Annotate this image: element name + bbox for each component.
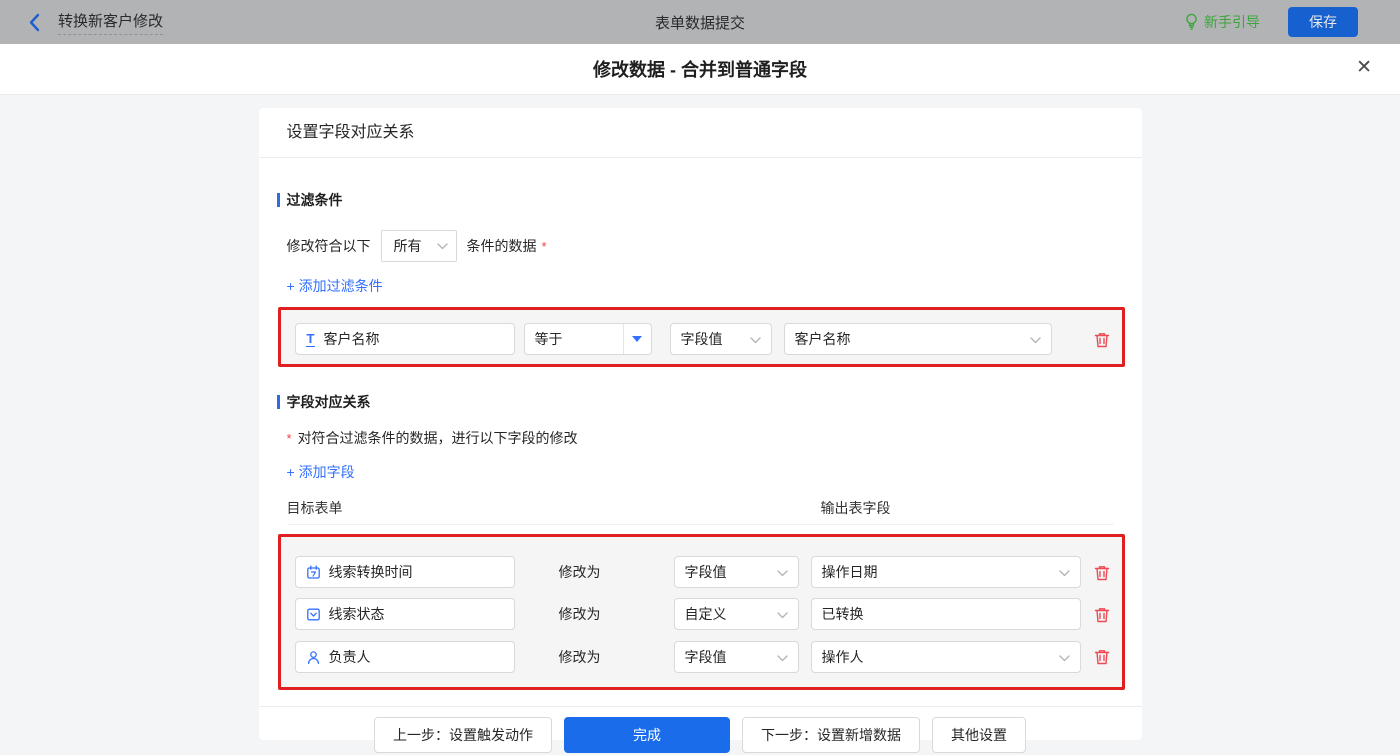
mapping-hint: * 对符合过滤条件的数据，进行以下字段的修改 [287, 428, 1114, 448]
filter-condition-annotation-box: T 客户名称 等于 字段值 客户名称 [277, 307, 1125, 367]
add-filter-condition-link[interactable]: + 添加过滤条件 [287, 276, 383, 296]
section-accent-bar [276, 395, 280, 409]
mapping-hint-text: 对符合过滤条件的数据，进行以下字段的修改 [297, 430, 578, 446]
filter-section-label: 过滤条件 [286, 192, 343, 208]
lightbulb-icon [1186, 13, 1197, 30]
chevron-down-icon [749, 337, 761, 344]
column-output-field: 输出表字段 [820, 500, 891, 516]
mapping-column-headers: 目标表单 输出表字段 [286, 498, 1114, 525]
modal-header: 修改数据 - 合并到普通字段 ✕ [0, 44, 1400, 95]
required-mark: * [286, 430, 292, 446]
modal-body: 设置字段对应关系 过滤条件 修改符合以下 所有 条件的数据 * + 添加过滤条件 [0, 95, 1400, 755]
delete-icon[interactable] [1093, 331, 1111, 349]
operator-select[interactable]: 等于 [523, 323, 652, 355]
chevron-down-icon [1029, 337, 1041, 344]
chevron-down-icon [436, 242, 448, 249]
target-field-input[interactable]: 负责人 [294, 641, 515, 673]
chevron-down-icon [776, 570, 788, 577]
top-bar: 转换新客户修改 表单数据提交 新手引导 保存 [0, 0, 1400, 44]
chevron-down-icon [776, 655, 788, 662]
text-field-icon: T [305, 330, 316, 347]
person-icon [306, 650, 321, 665]
field-mapping-annotation-box: 线索转换时间 修改为 字段值 操作日期 线索状态 修改为 自定义 已转换 负责人… [277, 534, 1125, 690]
flow-name[interactable]: 转换新客户修改 [58, 10, 164, 35]
value-type-select[interactable]: 字段值 [673, 641, 799, 673]
next-step-button[interactable]: 下一步：设置新增数据 [742, 717, 920, 753]
output-field-select[interactable]: 操作人 [810, 641, 1081, 673]
modal-title: 修改数据 - 合并到普通字段 [593, 60, 807, 80]
modify-label: 修改为 [558, 606, 601, 622]
target-field-value: 线索状态 [328, 606, 385, 622]
card-footer: 上一步：设置触发动作 完成 下一步：设置新增数据 其他设置 [258, 706, 1142, 753]
custom-value-input[interactable]: 已转换 [810, 598, 1081, 630]
value-type-value: 字段值 [684, 649, 727, 665]
target-field-value: 线索转换时间 [328, 564, 413, 580]
filter-field-input[interactable]: T 客户名称 [294, 323, 515, 355]
prev-step-button[interactable]: 上一步：设置触发动作 [374, 717, 552, 753]
select-field-icon [306, 607, 321, 622]
target-field-input[interactable]: 线索状态 [294, 598, 515, 630]
delete-icon[interactable] [1093, 564, 1111, 582]
column-target-form: 目标表单 [286, 500, 343, 516]
value-type-select[interactable]: 字段值 [669, 323, 772, 355]
target-field-value: 负责人 [328, 649, 371, 665]
output-field-value: 操作日期 [821, 564, 878, 580]
caret-down-icon [632, 336, 642, 342]
match-prefix: 修改符合以下 [286, 238, 371, 254]
custom-value: 已转换 [821, 606, 864, 622]
match-suffix: 条件的数据 [466, 238, 537, 254]
newbie-guide-link[interactable]: 新手引导 [1184, 12, 1260, 32]
add-field-link[interactable]: + 添加字段 [287, 462, 355, 482]
value-type-value: 字段值 [680, 331, 723, 347]
match-mode-select[interactable]: 所有 [380, 230, 457, 262]
target-field-input[interactable]: 线索转换时间 [294, 556, 515, 588]
required-mark: * [541, 238, 547, 254]
operator-value: 等于 [534, 331, 563, 347]
filter-value: 客户名称 [794, 331, 851, 347]
back-button[interactable] [22, 10, 46, 34]
card-title: 设置字段对应关系 [258, 108, 1142, 158]
close-icon[interactable]: ✕ [1356, 58, 1372, 77]
section-accent-bar [276, 193, 280, 207]
output-field-value: 操作人 [821, 649, 864, 665]
settings-card: 设置字段对应关系 过滤条件 修改符合以下 所有 条件的数据 * + 添加过滤条件 [258, 108, 1142, 753]
modify-label: 修改为 [558, 564, 601, 580]
done-button[interactable]: 完成 [564, 717, 730, 753]
mapping-section-title: 字段对应关系 [276, 392, 1114, 412]
output-field-select[interactable]: 操作日期 [810, 556, 1081, 588]
chevron-left-icon [29, 13, 39, 31]
value-type-value: 字段值 [684, 564, 727, 580]
calendar-icon [306, 565, 321, 580]
match-mode-value: 所有 [393, 238, 422, 254]
delete-icon[interactable] [1093, 606, 1111, 624]
guide-label: 新手引导 [1204, 14, 1260, 30]
value-type-value: 自定义 [684, 606, 727, 622]
other-settings-button[interactable]: 其他设置 [932, 717, 1026, 753]
modify-label: 修改为 [558, 649, 601, 665]
operator-caret-button[interactable] [622, 324, 651, 354]
chevron-down-icon [1058, 655, 1070, 662]
filter-field-value: 客户名称 [323, 331, 380, 347]
save-button[interactable]: 保存 [1288, 7, 1358, 37]
chevron-down-icon [1058, 570, 1070, 577]
mapping-section-label: 字段对应关系 [286, 394, 371, 410]
delete-icon[interactable] [1093, 648, 1111, 666]
value-type-select[interactable]: 自定义 [673, 598, 799, 630]
match-mode-row: 修改符合以下 所有 条件的数据 * [287, 230, 1114, 262]
chevron-down-icon [776, 612, 788, 619]
value-type-select[interactable]: 字段值 [673, 556, 799, 588]
filter-value-select[interactable]: 客户名称 [783, 323, 1052, 355]
filter-section-title: 过滤条件 [276, 190, 1114, 210]
